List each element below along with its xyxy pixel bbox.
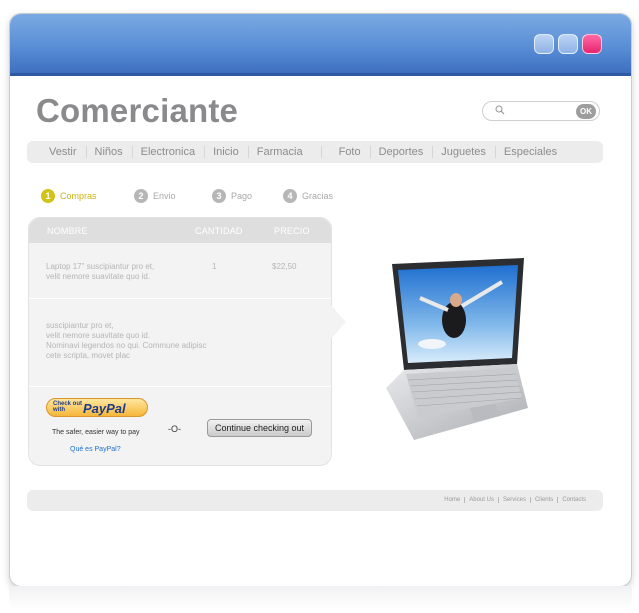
paypal-tagline: The safer, easier way to pay (52, 429, 140, 436)
column-header-name: NOMBRE (47, 226, 88, 236)
nav-item-ninos[interactable]: Niños (85, 141, 132, 163)
close-button[interactable] (582, 34, 602, 54)
cart-pointer (329, 303, 346, 341)
column-header-price: PRECIO (274, 226, 310, 236)
step-label: Pago (231, 191, 253, 201)
paypal-logo-text: PayPal (83, 401, 126, 416)
cart-item-quantity: 1 (212, 262, 217, 271)
step-number: 4 (283, 189, 297, 203)
continue-checkout-button[interactable]: Continue checking out (207, 419, 312, 437)
site-title: Comerciante (36, 92, 239, 129)
footer-link-home[interactable]: Home (440, 497, 464, 503)
nav-item-deportes[interactable]: Deportes (369, 141, 433, 163)
step-pago[interactable]: 3 Pago (212, 188, 252, 204)
nav-item-vestir[interactable]: Vestir (27, 141, 86, 163)
paypal-small-text: Check out with (53, 401, 83, 413)
title-bar (10, 14, 631, 76)
footer-link-clients[interactable]: Clients (529, 497, 557, 503)
row-divider (29, 386, 331, 387)
footer-bar: Home About Us Services Clients Contacts (27, 490, 603, 511)
search-input[interactable]: OK (482, 101, 600, 121)
window-reflection (9, 586, 632, 610)
cart-item-description: Laptop 17" suscipiantur pro et, velit ne… (46, 262, 155, 281)
nav-item-farmacia[interactable]: Farmacia (247, 141, 321, 163)
step-label: Gracias (302, 191, 334, 201)
footer-links: Home About Us Services Clients Contacts (440, 497, 590, 503)
step-number: 3 (212, 189, 226, 203)
minimize-button[interactable] (534, 34, 554, 54)
step-compras[interactable]: 1 Compras (41, 188, 97, 204)
main-nav: Vestir Niños Electronica Inicio Farmacia… (27, 141, 603, 163)
what-is-paypal-link[interactable]: Qué es PayPal? (70, 446, 121, 453)
cart-note: suscipiantur pro et, velit nemore suavit… (46, 321, 207, 360)
maximize-button[interactable] (558, 34, 578, 54)
laptop-image (386, 258, 528, 440)
paypal-checkout-button[interactable]: Check out with PayPal (46, 398, 148, 417)
footer-link-services[interactable]: Services (497, 497, 530, 503)
step-label: Envio (153, 191, 176, 201)
footer-link-about[interactable]: About Us (464, 497, 498, 503)
nav-item-inicio[interactable]: Inicio (204, 141, 248, 163)
step-number: 1 (41, 189, 55, 203)
step-number: 2 (134, 189, 148, 203)
nav-item-juguetes[interactable]: Juguetes (432, 141, 495, 163)
nav-item-especiales[interactable]: Especiales (494, 141, 566, 163)
or-separator: -O- (168, 424, 181, 434)
footer-link-contacts[interactable]: Contacts (557, 497, 590, 503)
cart-header: NOMBRE CANTIDAD PRECIO (29, 218, 331, 243)
search-icon (495, 105, 505, 115)
column-header-qty: CANTIDAD (195, 226, 243, 236)
nav-item-foto[interactable]: Foto (320, 141, 370, 163)
search-ok-button[interactable]: OK (576, 104, 596, 119)
step-gracias[interactable]: 4 Gracias (283, 188, 333, 204)
step-label: Compras (60, 191, 97, 201)
cart-item-price: $22,50 (272, 262, 297, 271)
nav-item-electronica[interactable]: Electronica (131, 141, 204, 163)
row-divider (29, 298, 331, 299)
step-envio[interactable]: 2 Envio (134, 188, 176, 204)
